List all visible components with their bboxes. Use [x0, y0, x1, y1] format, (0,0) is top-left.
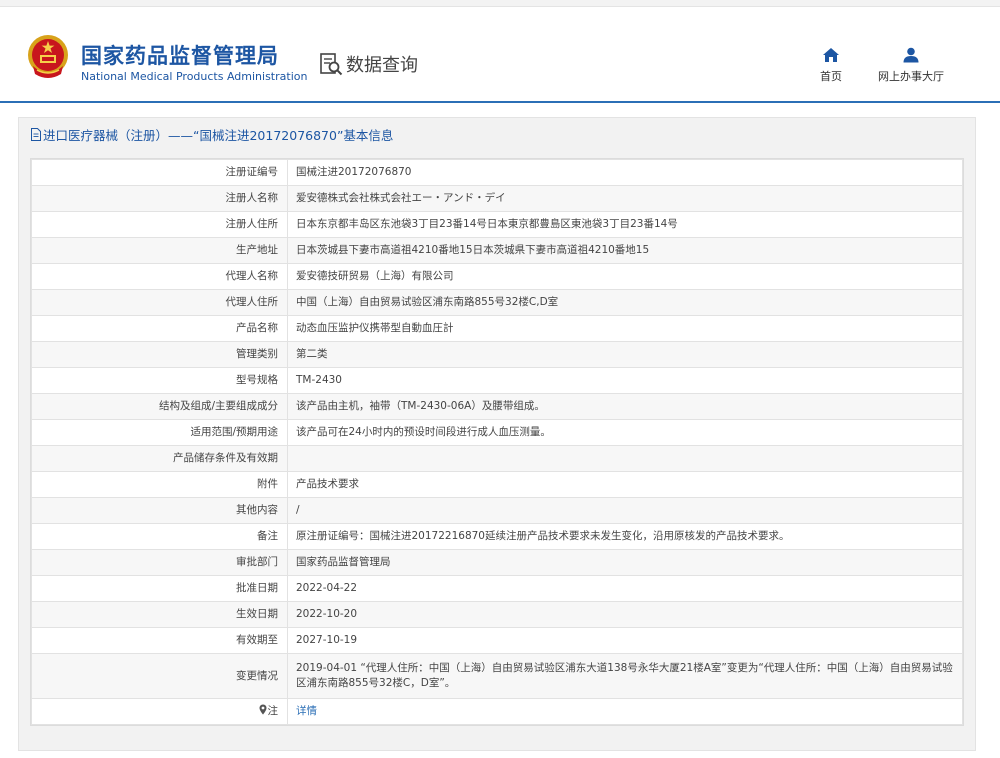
- table-row: 结构及组成/主要组成成分 该产品由主机，袖带（TM-2430-06A）及腰带组成。: [31, 393, 963, 420]
- row-label: 生产地址: [31, 237, 288, 264]
- table-row: 注册证编号 国械注进20172076870: [31, 159, 963, 186]
- row-value: 2027-10-19: [287, 627, 963, 654]
- row-value: 2022-10-20: [287, 601, 963, 628]
- note-value-cell: 详情: [287, 698, 963, 725]
- row-label: 其他内容: [31, 497, 288, 524]
- brand-name-cn: 国家药品监督管理局: [81, 44, 279, 68]
- row-value: 国家药品监督管理局: [287, 549, 963, 576]
- table-row: 产品名称 动态血压监护仪携帯型自動血圧計: [31, 315, 963, 342]
- table-row: 适用范围/预期用途 该产品可在24小时内的预设时间段进行成人血压测量。: [31, 419, 963, 446]
- table-row: 审批部门 国家药品监督管理局: [31, 549, 963, 576]
- row-label: 审批部门: [31, 549, 288, 576]
- panel-title: 进口医疗器械（注册）——“国械注进20172076870”基本信息: [30, 125, 393, 144]
- table-row: 注册人名称 爱安德株式会社株式会社エー・アンド・デイ: [31, 185, 963, 212]
- row-label: 产品储存条件及有效期: [31, 445, 288, 472]
- user-icon: [903, 47, 919, 63]
- row-label: 产品名称: [31, 315, 288, 342]
- row-label: 注册证编号: [31, 159, 288, 186]
- row-value: 动态血压监护仪携帯型自動血圧計: [287, 315, 963, 342]
- row-value: TM-2430: [287, 367, 963, 394]
- home-icon: [823, 48, 839, 62]
- table-row: 型号规格 TM-2430: [31, 367, 963, 394]
- row-value: [287, 445, 963, 472]
- row-label: 结构及组成/主要组成成分: [31, 393, 288, 420]
- info-table: 注册证编号 国械注进20172076870 注册人名称 爱安德株式会社株式会社エー・…: [30, 158, 964, 726]
- table-row: 生效日期 2022-10-20: [31, 601, 963, 628]
- note-label: 注: [267, 705, 279, 717]
- row-label: 生效日期: [31, 601, 288, 628]
- details-link[interactable]: 详情: [296, 705, 317, 717]
- row-label: 有效期至: [31, 627, 288, 654]
- row-value: 原注册证编号：国械注进20172216870延续注册产品技术要求未发生变化，沿用…: [287, 523, 963, 550]
- row-value: 国械注进20172076870: [287, 159, 963, 186]
- row-value: 中国（上海）自由贸易试验区浦东南路855号32楼C,D室: [287, 289, 963, 316]
- row-label: 备注: [31, 523, 288, 550]
- nav-home-label: 首页: [820, 70, 842, 83]
- row-label: 附件: [31, 471, 288, 498]
- brand-name-en: National Medical Products Administration: [81, 70, 308, 83]
- row-value: 2019-04-01 “代理人住所：中国（上海）自由贸易试验区浦东大道138号永…: [287, 653, 963, 699]
- data-query-label: 数据查询: [346, 55, 418, 76]
- table-row: 有效期至 2027-10-19: [31, 627, 963, 654]
- nav-online-hall[interactable]: 网上办事大厅: [872, 47, 950, 84]
- row-value: 2022-04-22: [287, 575, 963, 602]
- table-row: 产品储存条件及有效期: [31, 445, 963, 472]
- table-row: 管理类别 第二类: [31, 341, 963, 368]
- top-strip: [0, 0, 1000, 7]
- row-label: 注册人名称: [31, 185, 288, 212]
- row-value: 日本东京都丰岛区东池袋3丁目23番14号日本東京都豊島区東池袋3丁目23番14号: [287, 211, 963, 238]
- row-label: 代理人住所: [31, 289, 288, 316]
- row-label: 注册人住所: [31, 211, 288, 238]
- row-label: 适用范围/预期用途: [31, 419, 288, 446]
- table-row: 其他内容 /: [31, 497, 963, 524]
- row-label: 变更情况: [31, 653, 288, 699]
- document-icon: [31, 128, 41, 141]
- table-row: 批准日期 2022-04-22: [31, 575, 963, 602]
- nav-home[interactable]: 首页: [812, 47, 850, 84]
- row-value: /: [287, 497, 963, 524]
- note-label-cell: 注: [31, 698, 288, 725]
- row-label: 型号规格: [31, 367, 288, 394]
- row-value: 该产品可在24小时内的预设时间段进行成人血压测量。: [287, 419, 963, 446]
- row-value: 日本茨城县下妻市高道祖4210番地15日本茨城県下妻市高道祖4210番地15: [287, 237, 963, 264]
- site-header: 国家药品监督管理局 National Medical Products Admi…: [0, 7, 1000, 103]
- row-value: 该产品由主机，袖带（TM-2430-06A）及腰带组成。: [287, 393, 963, 420]
- row-value: 产品技术要求: [287, 471, 963, 498]
- location-pin-icon: [259, 704, 266, 715]
- row-label: 批准日期: [31, 575, 288, 602]
- table-row: 变更情况 2019-04-01 “代理人住所：中国（上海）自由贸易试验区浦东大道1…: [31, 653, 963, 699]
- detail-panel: 进口医疗器械（注册）——“国械注进20172076870”基本信息 注册证编号国…: [18, 117, 976, 751]
- table-row: 代理人住所 中国（上海）自由贸易试验区浦东南路855号32楼C,D室: [31, 289, 963, 316]
- data-query-section: 数据查询: [319, 51, 418, 77]
- note-row: 注 详情: [31, 698, 963, 725]
- nav-online-hall-label: 网上办事大厅: [878, 70, 944, 83]
- panel-title-text: 进口医疗器械（注册）——“国械注进20172076870”基本信息: [43, 128, 394, 143]
- document-search-icon: [320, 53, 343, 76]
- table-row: 备注 原注册证编号：国械注进20172216870延续注册产品技术要求未发生变化，…: [31, 523, 963, 550]
- row-value: 爱安德株式会社株式会社エー・アンド・デイ: [287, 185, 963, 212]
- table-row: 注册人住所 日本东京都丰岛区东池袋3丁目23番14号日本東京都豊島区東池袋3丁目2…: [31, 211, 963, 238]
- table-row: 生产地址 日本茨城县下妻市高道祖4210番地15日本茨城県下妻市高道祖4210番地…: [31, 237, 963, 264]
- row-value: 爱安德技研贸易（上海）有限公司: [287, 263, 963, 290]
- row-label: 代理人名称: [31, 263, 288, 290]
- row-label: 管理类别: [31, 341, 288, 368]
- national-emblem-icon: [28, 35, 68, 78]
- row-value: 第二类: [287, 341, 963, 368]
- table-row: 附件 产品技术要求: [31, 471, 963, 498]
- table-row: 代理人名称 爱安德技研贸易（上海）有限公司: [31, 263, 963, 290]
